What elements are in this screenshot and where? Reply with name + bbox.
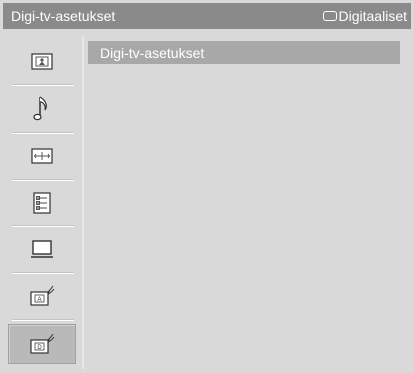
svg-text:A: A (37, 297, 41, 303)
sidebar-item-sound[interactable] (8, 89, 76, 129)
picture-icon (31, 53, 53, 70)
screen-settings-icon (31, 148, 53, 164)
input-source-label: Digitaaliset (338, 8, 407, 24)
page-title: Digi-tv-asetukset (11, 8, 116, 24)
sidebar-item-picture[interactable] (8, 41, 76, 81)
sidebar-item-analog-setup[interactable]: A (8, 276, 76, 316)
analog-setup-icon: A (30, 285, 55, 306)
title-bar: Digi-tv-asetukset Digitaaliset (3, 3, 411, 29)
digital-setup-icon: D (30, 333, 55, 354)
panel-divider (82, 36, 84, 369)
main-panel: Digi-tv-asetukset (86, 36, 410, 369)
sidebar-item-features[interactable] (8, 183, 76, 223)
sidebar-item-digital-setup[interactable]: D (8, 324, 76, 364)
input-source-icon (322, 11, 337, 21)
svg-text:D: D (37, 345, 42, 351)
sidebar-menu: A D (4, 37, 80, 369)
menu-item-label: Digi-tv-asetukset (100, 45, 205, 61)
tv-menu-window: Digi-tv-asetukset Digitaaliset A D Digi-… (0, 0, 414, 373)
pc-settings-icon (31, 240, 53, 258)
menu-item-digi-tv-settings[interactable]: Digi-tv-asetukset (88, 41, 400, 64)
sidebar-item-screen[interactable] (8, 136, 76, 176)
sidebar-item-pc[interactable] (8, 229, 76, 269)
music-note-icon (33, 96, 47, 121)
input-source-indicator: Digitaaliset (322, 8, 407, 24)
features-list-icon (33, 192, 51, 214)
